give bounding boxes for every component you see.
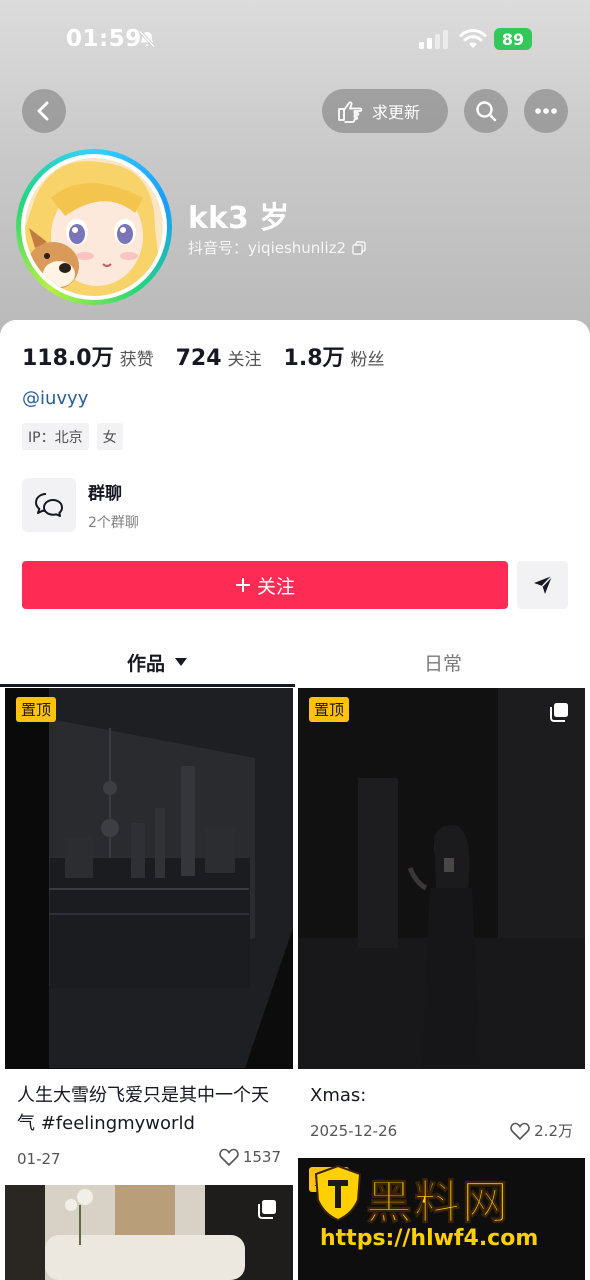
stat-label: 获赞	[119, 350, 154, 370]
heart-icon	[510, 1122, 530, 1140]
post-likes-count: 1537	[242, 1148, 281, 1166]
stat-label: 关注	[227, 350, 262, 370]
stat-following[interactable]: 724 关注	[176, 345, 262, 371]
ip-location-tag: IP：北京	[22, 423, 89, 450]
multi-image-icon	[550, 703, 568, 722]
post-caption: 人生大雪纷飞爱只是其中一个天气 #feelingmyworld	[17, 1085, 269, 1134]
profile-tags: IP：北京 女	[22, 423, 123, 450]
pointing-hand-icon	[338, 101, 363, 123]
wifi-icon	[459, 29, 487, 48]
stat-value: 118.0万	[22, 346, 114, 371]
battery-indicator: 89	[494, 28, 532, 50]
site-watermark: 黑料网 https://hlwf4.com	[306, 1160, 584, 1280]
mute-bell-icon	[138, 30, 156, 48]
tab-daily-label: 日常	[424, 652, 463, 675]
post-likes[interactable]: 1537	[219, 1148, 281, 1166]
post-caption: Xmas:	[310, 1085, 367, 1106]
post-date: 2025-12-26	[310, 1122, 398, 1140]
more-dots-icon	[535, 108, 557, 114]
status-time: 01:59	[66, 26, 142, 52]
group-chat-icon	[22, 478, 76, 532]
post-card[interactable]: 置顶 Xmas: 2025-12-26 2.2万	[298, 688, 585, 1158]
watermark-url: https://hlwf4.com	[320, 1226, 539, 1251]
content-tabs: 作品 日常	[0, 638, 590, 687]
profile-stats: 118.0万 获赞 724 关注 1.8万 粉丝	[22, 340, 407, 372]
post-card[interactable]: 置顶 人生大雪纷飞爱只是其中一个天气 #feelingmyworld 01-27…	[5, 688, 293, 1178]
request-update-label: 求更新	[372, 103, 421, 122]
stat-likes[interactable]: 118.0万 获赞	[22, 340, 154, 372]
stat-followers[interactable]: 1.8万 粉丝	[284, 340, 385, 372]
post-thumbnail	[5, 1185, 293, 1280]
status-bar: 01:59 89	[0, 24, 590, 58]
post-likes[interactable]: 2.2万	[510, 1120, 573, 1141]
heart-icon	[219, 1148, 239, 1166]
plus-icon	[235, 578, 250, 592]
pinned-badge: 置顶	[309, 697, 350, 722]
profile-handle-link[interactable]: @iuvyy	[22, 388, 88, 409]
search-button[interactable]	[464, 89, 508, 133]
profile-header: 01:59 89 求更新 kk3 岁 抖音号：yiqieshunliz2	[0, 0, 590, 340]
group-chat-subtitle: 2个群聊	[88, 514, 139, 531]
avatar-anime-girl-image	[25, 158, 163, 296]
post-thumbnail	[5, 688, 293, 1069]
tab-works[interactable]: 作品	[127, 638, 188, 686]
group-chat-title: 群聊	[88, 483, 122, 504]
group-chat-entry[interactable]: 群聊 2个群聊	[22, 478, 139, 532]
stat-value: 1.8万	[283, 346, 345, 371]
post-likes-count: 2.2万	[534, 1122, 573, 1140]
stat-label: 粉丝	[350, 350, 385, 370]
multi-image-icon	[258, 1200, 276, 1219]
gender-tag: 女	[96, 423, 123, 450]
group-chat-text: 群聊 2个群聊	[88, 479, 139, 532]
pinned-badge: 置顶	[16, 697, 57, 722]
post-thumbnail	[298, 688, 585, 1069]
avatar[interactable]	[16, 149, 172, 305]
profile-username: kk3 岁	[188, 201, 290, 236]
chevron-left-icon	[37, 101, 49, 121]
caret-down-icon	[175, 658, 188, 666]
search-icon	[476, 101, 497, 122]
battery-level: 89	[501, 29, 525, 49]
stat-value: 724	[175, 346, 222, 371]
tab-works-label: 作品	[127, 652, 166, 675]
send-arrow-icon	[533, 575, 553, 594]
follow-button[interactable]: 关注	[22, 561, 508, 609]
shield-logo-icon	[314, 1164, 362, 1222]
active-tab-indicator	[0, 684, 295, 687]
follow-button-label: 关注	[256, 575, 295, 598]
watermark-brand: 黑料网	[366, 1175, 510, 1230]
more-options-button[interactable]	[524, 89, 568, 133]
post-date: 01-27	[17, 1150, 61, 1168]
request-update-button[interactable]: 求更新	[322, 89, 448, 133]
post-card[interactable]	[5, 1185, 293, 1280]
copy-icon[interactable]	[352, 240, 366, 255]
back-button[interactable]	[22, 89, 66, 133]
send-message-button[interactable]	[517, 561, 568, 609]
douyin-id: 抖音号：yiqieshunliz2	[188, 237, 366, 258]
cellular-signal-icon	[419, 30, 448, 49]
douyin-id-text: 抖音号：yiqieshunliz2	[188, 239, 347, 257]
tab-daily[interactable]: 日常	[424, 638, 462, 686]
